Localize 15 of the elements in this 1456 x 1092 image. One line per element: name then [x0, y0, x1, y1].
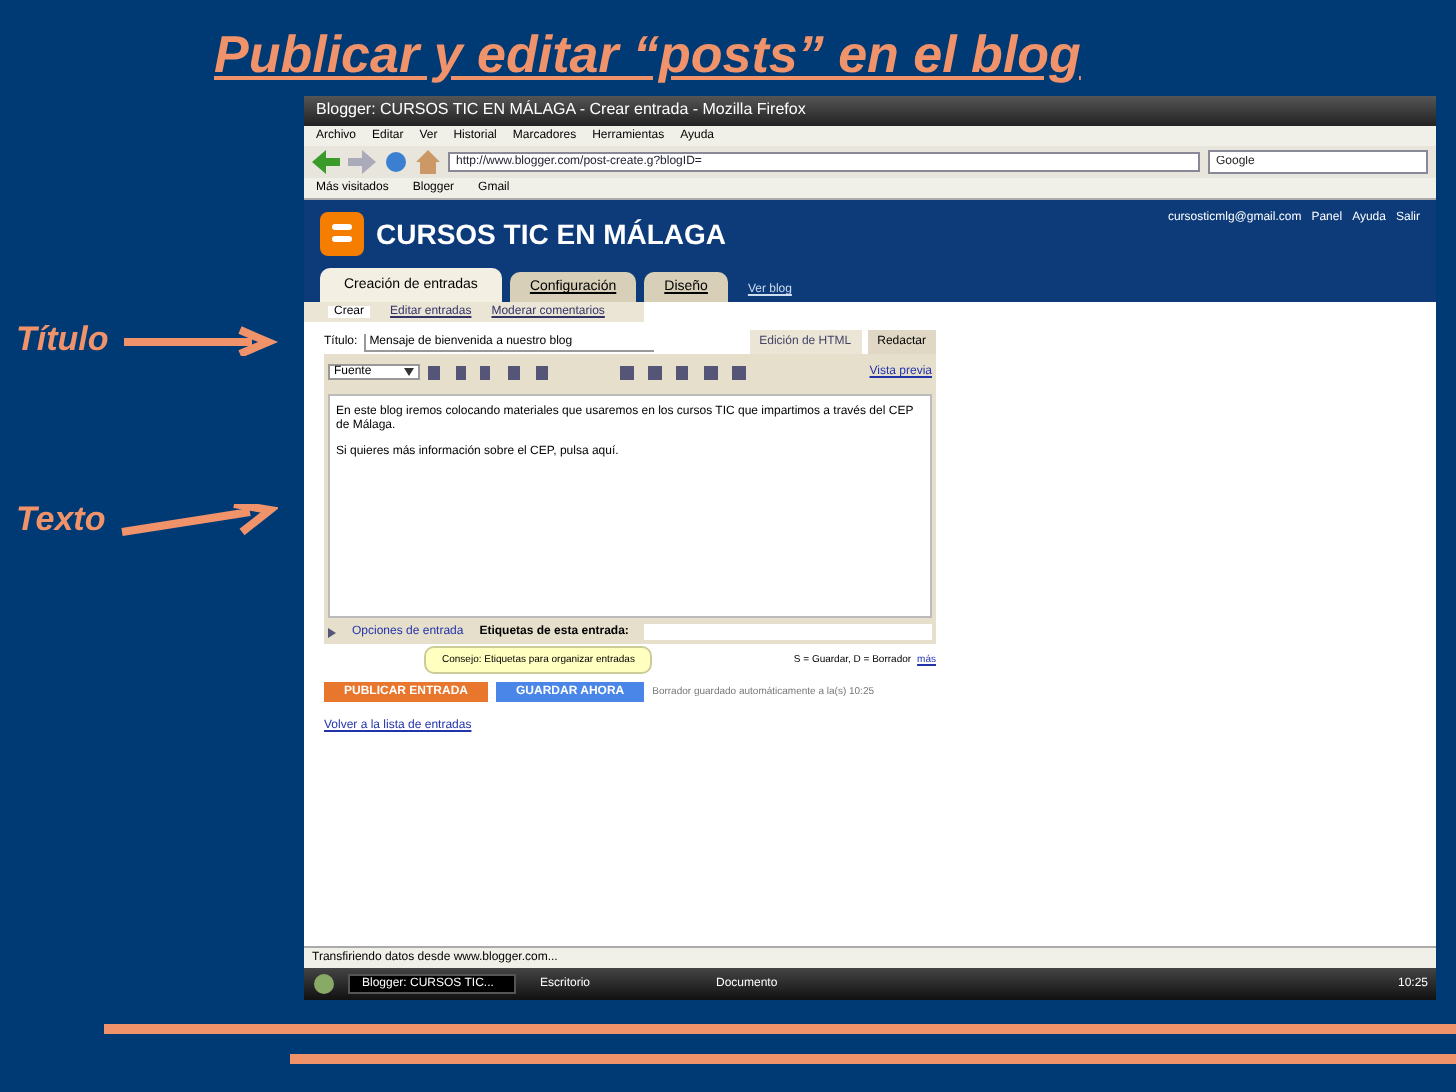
expand-icon[interactable] [328, 627, 336, 637]
callout-label: Título [16, 320, 109, 360]
callout-label: Texto [16, 500, 106, 540]
window-title: Blogger: CURSOS TIC EN MÁLAGA - Crear entrada - Mozilla Firefox [304, 96, 1436, 126]
formatting-toolbar-icon[interactable] [428, 363, 748, 381]
labels-field[interactable] [644, 624, 932, 640]
start-icon[interactable] [312, 972, 336, 996]
blogger-logo-icon [320, 212, 364, 256]
blog-name: CURSOS TIC EN MÁLAGA [376, 218, 726, 250]
forward-icon[interactable] [348, 150, 376, 174]
home-icon[interactable] [416, 150, 440, 174]
back-icon[interactable] [312, 150, 340, 174]
reload-icon[interactable] [384, 150, 408, 174]
caret-icon [404, 368, 414, 376]
slide-title: Publicar y editar “posts” en el blog [214, 24, 1081, 88]
